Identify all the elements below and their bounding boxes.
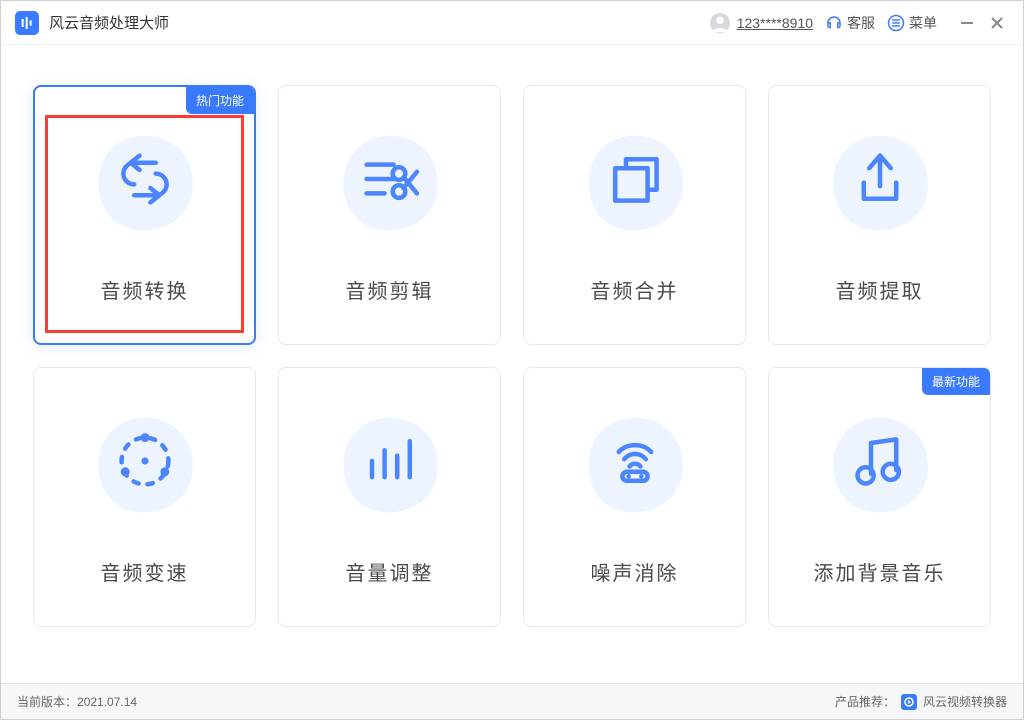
card-label: 音频剪辑 <box>346 275 434 304</box>
card-label: 添加背景音乐 <box>814 557 946 586</box>
cut-icon <box>325 117 455 247</box>
feature-card-volume[interactable]: 音量调整 <box>278 367 501 627</box>
feature-card-merge[interactable]: 音频合并 <box>523 85 746 345</box>
feature-card-speed[interactable]: 音频变速 <box>33 367 256 627</box>
support-button[interactable]: 客服 <box>825 13 875 33</box>
version-prefix: 当前版本： <box>17 693 77 710</box>
card-label: 噪声消除 <box>591 557 679 586</box>
extract-icon <box>815 117 945 247</box>
user-name-link[interactable]: 123****8910 <box>737 15 813 31</box>
card-badge: 热门功能 <box>186 87 254 114</box>
card-label: 音频合并 <box>591 275 679 304</box>
volume-icon <box>325 399 455 529</box>
feature-grid: 热门功能音频转换音频剪辑音频合并音频提取音频变速音量调整噪声消除最新功能添加背景… <box>33 85 991 627</box>
card-label: 音频变速 <box>101 557 189 586</box>
menu-button[interactable]: 菜单 <box>887 13 937 33</box>
reco-app-link[interactable]: 风云视频转换器 <box>923 693 1007 710</box>
feature-card-cut[interactable]: 音频剪辑 <box>278 85 501 345</box>
speed-icon <box>80 399 210 529</box>
convert-icon <box>80 117 210 247</box>
main-content: 热门功能音频转换音频剪辑音频合并音频提取音频变速音量调整噪声消除最新功能添加背景… <box>1 45 1023 627</box>
avatar-icon <box>709 12 731 34</box>
title-bar: 风云音频处理大师 123****8910 客服 菜单 <box>1 1 1023 45</box>
merge-icon <box>570 117 700 247</box>
support-label: 客服 <box>847 13 875 33</box>
menu-label: 菜单 <box>909 13 937 33</box>
minimize-button[interactable] <box>955 11 979 35</box>
card-badge: 最新功能 <box>922 368 990 395</box>
app-logo-icon <box>15 11 39 35</box>
status-bar: 当前版本： 2021.07.14 产品推荐： 风云视频转换器 <box>1 683 1023 719</box>
card-label: 音频提取 <box>836 275 924 304</box>
feature-card-bgm[interactable]: 最新功能添加背景音乐 <box>768 367 991 627</box>
feature-card-denoise[interactable]: 噪声消除 <box>523 367 746 627</box>
card-label: 音量调整 <box>346 557 434 586</box>
reco-prefix: 产品推荐： <box>835 693 895 710</box>
denoise-icon <box>570 399 700 529</box>
reco-app-icon <box>901 694 917 710</box>
feature-card-extract[interactable]: 音频提取 <box>768 85 991 345</box>
app-title: 风云音频处理大师 <box>49 12 169 33</box>
feature-card-convert[interactable]: 热门功能音频转换 <box>33 85 256 345</box>
card-label: 音频转换 <box>101 275 189 304</box>
close-button[interactable] <box>985 11 1009 35</box>
bgm-icon <box>815 399 945 529</box>
version-text: 2021.07.14 <box>77 695 137 709</box>
